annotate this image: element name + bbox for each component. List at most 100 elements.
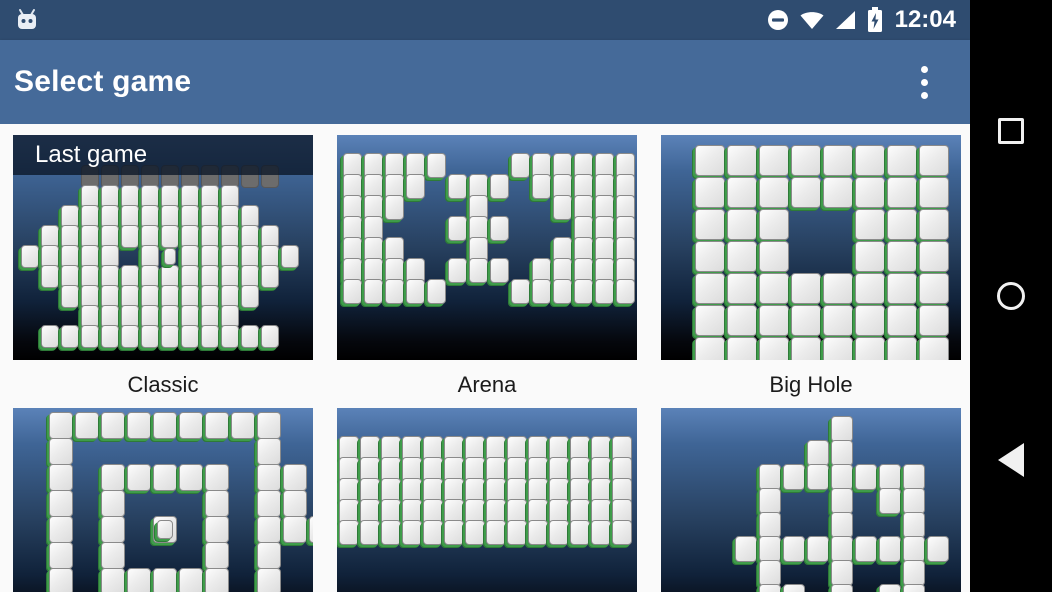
game-tile [735,536,757,562]
game-tile [695,209,725,240]
cell-signal-icon [835,11,855,29]
game-tile [49,490,73,517]
game-tile [343,279,362,304]
back-button[interactable] [970,429,1052,491]
game-tile [595,279,614,304]
game-tile [201,325,219,348]
game-tile [339,520,359,545]
do-not-disturb-icon [767,10,788,30]
game-tile [21,245,39,268]
game-thumbnail[interactable] [661,135,961,360]
game-tile [831,440,853,466]
game-tile [879,488,901,514]
game-tile [759,241,789,272]
game-tile [727,337,757,360]
more-vert-icon[interactable] [904,54,944,110]
board-spiral [13,408,313,592]
game-thumbnail[interactable] [661,408,961,592]
last-game-badge: Last game [13,135,313,175]
status-bar: 12:04 [0,0,970,40]
game-tile [381,520,401,545]
game-tile [903,536,925,562]
game-tile [205,542,229,569]
game-tile [612,520,632,545]
game-tile [49,438,73,465]
game-tile [903,560,925,586]
game-tile [887,145,917,176]
game-tile [695,177,725,208]
game-tile [402,520,422,545]
game-label: Big Hole [769,372,853,397]
game-tile [759,337,789,360]
page-title: Select game [14,65,192,98]
game-tile [261,325,279,348]
game-list: Last game Classic Arena Big Hole [0,124,970,592]
game-tile [49,516,73,543]
game-tile [759,177,789,208]
game-tile [791,145,821,176]
game-tile [727,177,757,208]
game-thumbnail[interactable]: Last game [13,135,313,360]
game-card-classic[interactable]: Last game Classic [13,135,313,408]
game-thumbnail[interactable] [337,408,637,592]
game-tile [903,488,925,514]
game-tile [364,279,383,304]
recents-button[interactable] [970,100,1052,162]
game-tile [903,512,925,538]
game-tile [406,279,425,304]
game-card-cross[interactable] [661,408,961,592]
game-tile [855,273,885,304]
game-tile [141,325,159,348]
game-tile [759,305,789,336]
game-tile [919,177,949,208]
game-tile [823,305,853,336]
game-tile [101,568,125,592]
game-tile [855,177,885,208]
game-tile [791,273,821,304]
game-card-stripes[interactable] [337,408,637,592]
game-tile [616,279,635,304]
game-card-spiral[interactable] [13,408,313,592]
wifi-icon [800,12,824,29]
game-tile [101,412,125,439]
home-button[interactable] [970,265,1052,327]
game-tile [241,325,259,348]
game-tile [855,536,877,562]
game-tile [887,177,917,208]
game-tile [887,241,917,272]
board-cross [661,408,961,592]
game-card-big-hole[interactable]: Big Hole [661,135,961,408]
game-tile [486,520,506,545]
game-card-arena[interactable]: Arena [337,135,637,408]
game-tile [695,305,725,336]
game-tile [179,412,203,439]
game-tile [49,542,73,569]
game-tile [309,516,313,543]
game-thumbnail[interactable] [337,135,637,360]
game-tile [887,337,917,360]
game-tile [879,536,901,562]
game-tile [257,412,281,439]
game-tile [831,464,853,490]
game-tile [855,241,885,272]
game-tile [570,520,590,545]
game-tile [221,325,239,348]
game-tile [553,195,572,220]
game-tile [448,174,467,199]
game-tile [855,305,885,336]
game-thumbnail[interactable] [13,408,313,592]
game-tile [759,584,781,592]
game-tile [121,225,139,248]
game-tile [528,520,548,545]
game-tile [783,536,805,562]
game-tile [157,520,173,539]
game-tile [695,145,725,176]
app-bar: Select game [0,40,970,124]
game-tile [205,412,229,439]
game-tile [121,325,139,348]
game-tile [807,464,829,490]
game-tile [283,516,307,543]
game-tile [831,488,853,514]
status-bar-notifications [14,7,40,33]
board-stripes [337,408,637,592]
